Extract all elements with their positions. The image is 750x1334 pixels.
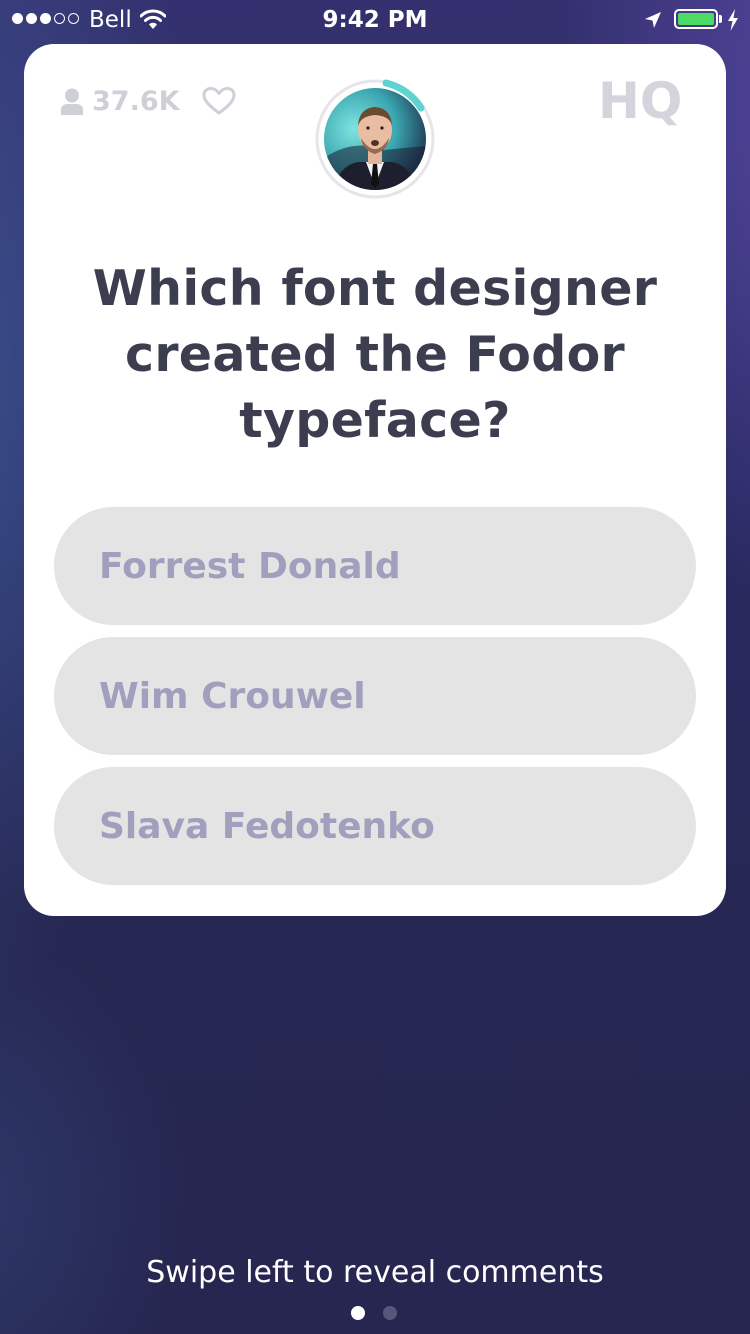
battery-level xyxy=(678,13,714,25)
viewer-count: 37.6K xyxy=(60,86,180,117)
answer-label: Slava Fedotenko xyxy=(99,805,435,847)
answer-option-3[interactable]: Slava Fedotenko xyxy=(54,767,696,885)
host-portrait xyxy=(324,88,426,190)
answer-label: Forrest Donald xyxy=(99,545,401,587)
question-text: Which font designer created the Fodor ty… xyxy=(92,260,658,449)
answer-option-1[interactable]: Forrest Donald xyxy=(54,507,696,625)
question-card: 37.6K HQ Which font designer created the… xyxy=(24,44,726,916)
host-avatar xyxy=(324,88,426,190)
status-bar: Bell 9:42 PM xyxy=(0,0,750,40)
battery-icon xyxy=(674,9,718,29)
hq-logo-text: HQ xyxy=(598,72,682,128)
answer-option-2[interactable]: Wim Crouwel xyxy=(54,637,696,755)
hq-logo: HQ xyxy=(598,72,682,128)
viewer-count-label: 37.6K xyxy=(92,86,180,117)
status-time: 9:42 PM xyxy=(322,7,428,33)
page-dot-active xyxy=(351,1306,365,1320)
person-icon xyxy=(61,88,83,115)
battery-tip xyxy=(719,15,722,23)
page-indicator[interactable] xyxy=(351,1306,397,1320)
charging-bolt-icon xyxy=(728,9,738,31)
page-dot-inactive xyxy=(383,1306,397,1320)
swipe-hint: Swipe left to reveal comments xyxy=(146,1255,604,1290)
heart-icon[interactable] xyxy=(202,86,236,116)
answer-label: Wim Crouwel xyxy=(99,675,366,717)
location-arrow-icon xyxy=(645,12,661,28)
